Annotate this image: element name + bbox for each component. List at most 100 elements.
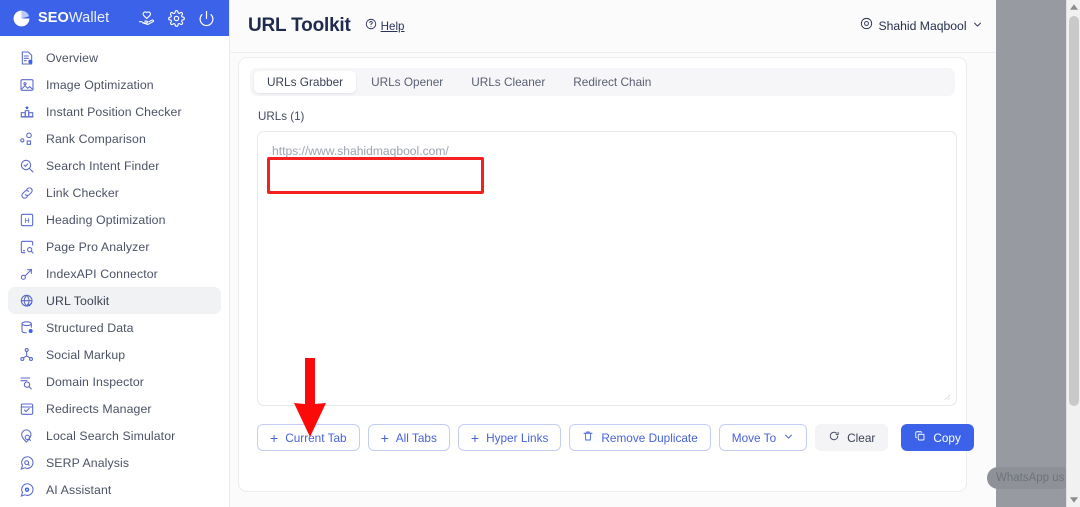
brand-bar: SEOWallet <box>0 0 229 36</box>
chevron-down-icon <box>972 17 983 35</box>
brand-name: SEOWallet <box>38 10 109 26</box>
sidebar-item-structured-data[interactable]: Structured Data <box>8 314 221 341</box>
svg-text:H: H <box>24 215 29 224</box>
brand-name-bold: SEO <box>38 10 69 26</box>
url-toolkit-card: URLs Grabber URLs Opener URLs Cleaner Re… <box>238 57 974 492</box>
sidebar-item-serp-analysis[interactable]: SERP Analysis <box>8 449 221 476</box>
action-button-row: + Current Tab + All Tabs + Hyper Links R… <box>257 424 974 451</box>
user-name: Shahid Maqbool <box>878 19 967 33</box>
user-circle-icon <box>860 17 873 35</box>
sidebar-item-label: Heading Optimization <box>46 212 166 227</box>
reset-icon <box>828 430 840 445</box>
plus-icon: + <box>470 429 480 446</box>
tab-urls-grabber[interactable]: URLs Grabber <box>254 71 357 93</box>
tab-urls-cleaner[interactable]: URLs Cleaner <box>458 71 558 93</box>
sidebar-item-label: Search Intent Finder <box>46 158 160 173</box>
urls-input[interactable] <box>257 131 957 406</box>
all-tabs-button[interactable]: + All Tabs <box>367 424 450 451</box>
sidebar-item-label: Instant Position Checker <box>46 104 182 119</box>
right-overlay-panel: WhatsApp us <box>987 0 1074 507</box>
current-tab-button[interactable]: + Current Tab <box>257 424 360 451</box>
brand-icon-group <box>138 9 219 27</box>
sidebar: SEOWallet Overview Image Optimization In… <box>0 0 230 507</box>
remove-duplicate-button[interactable]: Remove Duplicate <box>569 424 711 451</box>
user-menu[interactable]: Shahid Maqbool <box>860 17 996 35</box>
sidebar-item-label: Link Checker <box>46 185 119 200</box>
document-report-icon <box>18 50 36 66</box>
sidebar-item-indexapi-connector[interactable]: IndexAPI Connector <box>8 260 221 287</box>
calendar-check-icon <box>18 401 36 417</box>
podium-icon <box>18 104 36 120</box>
sidebar-item-local-search-simulator[interactable]: Local Search Simulator <box>8 422 221 449</box>
database-star-icon <box>18 320 36 336</box>
scroll-up-arrow-icon[interactable] <box>1067 0 1080 14</box>
brand-name-light: Wallet <box>68 10 110 26</box>
scrollbar-track[interactable] <box>1067 14 1080 493</box>
move-to-button[interactable]: Move To <box>718 424 808 451</box>
content-area: URLs Grabber URLs Opener URLs Cleaner Re… <box>230 53 1080 507</box>
urls-textarea-wrapper <box>257 131 957 411</box>
sidebar-item-label: Redirects Manager <box>46 401 152 416</box>
sidebar-item-label: Domain Inspector <box>46 374 144 389</box>
page-scrollbar[interactable] <box>1066 0 1080 507</box>
sidebar-item-label: AI Assistant <box>46 482 112 497</box>
sidebar-item-redirects-manager[interactable]: Redirects Manager <box>8 395 221 422</box>
sidebar-item-link-checker[interactable]: Link Checker <box>8 179 221 206</box>
sidebar-item-overview[interactable]: Overview <box>8 44 221 71</box>
trash-icon <box>582 430 594 445</box>
sidebar-item-url-toolkit[interactable]: URL Toolkit <box>8 287 221 314</box>
chevron-down-icon <box>783 431 794 445</box>
hand-heart-icon[interactable] <box>138 10 155 27</box>
page-title: URL Toolkit <box>248 15 351 36</box>
power-icon[interactable] <box>198 10 215 27</box>
sidebar-item-label: Overview <box>46 50 99 65</box>
share-nodes-icon <box>18 347 36 363</box>
tab-urls-opener[interactable]: URLs Opener <box>358 71 456 93</box>
help-button[interactable]: Help <box>365 17 405 35</box>
sidebar-item-label: Page Pro Analyzer <box>46 239 150 254</box>
image-icon <box>18 77 36 93</box>
sidebar-item-social-markup[interactable]: Social Markup <box>8 341 221 368</box>
clear-button[interactable]: Clear <box>815 424 889 451</box>
sidebar-item-label: Rank Comparison <box>46 131 146 146</box>
sidebar-item-label: Image Optimization <box>46 77 154 92</box>
button-label: All Tabs <box>395 430 437 445</box>
button-label: Current Tab <box>285 430 347 445</box>
sidebar-item-label: SERP Analysis <box>46 455 130 470</box>
scrollbar-thumb[interactable] <box>1068 16 1079 406</box>
chat-gear-icon <box>18 482 36 498</box>
app-root: SEOWallet Overview Image Optimization In… <box>0 0 1080 507</box>
sidebar-item-domain-inspector[interactable]: Domain Inspector <box>8 368 221 395</box>
button-label: Copy <box>933 430 961 445</box>
button-label: Clear <box>847 430 876 445</box>
button-label: Move To <box>731 430 777 445</box>
sidebar-item-heading-optimization[interactable]: H Heading Optimization <box>8 206 221 233</box>
search-check-icon <box>18 158 36 174</box>
sidebar-item-label: URL Toolkit <box>46 293 110 308</box>
question-circle-icon <box>365 17 377 35</box>
list-search-icon <box>18 374 36 390</box>
heading-h-icon: H <box>18 212 36 228</box>
scroll-down-arrow-icon[interactable] <box>1067 493 1080 507</box>
gear-icon[interactable] <box>168 9 185 27</box>
tab-bar: URLs Grabber URLs Opener URLs Cleaner Re… <box>250 68 955 96</box>
sidebar-item-search-intent-finder[interactable]: Search Intent Finder <box>8 152 221 179</box>
sidebar-item-label: Social Markup <box>46 347 126 362</box>
sidebar-item-label: Structured Data <box>46 320 134 335</box>
main-panel: URL Toolkit Help Shahid Maqbool URLs Gra… <box>230 0 1080 507</box>
tab-redirect-chain[interactable]: Redirect Chain <box>560 71 664 93</box>
whatsapp-widget[interactable]: WhatsApp us <box>987 467 1074 489</box>
sidebar-item-image-optimization[interactable]: Image Optimization <box>8 71 221 98</box>
rank-nodes-icon <box>18 131 36 147</box>
sidebar-item-page-pro-analyzer[interactable]: Page Pro Analyzer <box>8 233 221 260</box>
help-label: Help <box>380 19 405 33</box>
map-pin-search-icon <box>18 428 36 444</box>
sidebar-item-instant-position-checker[interactable]: Instant Position Checker <box>8 98 221 125</box>
sidebar-item-ai-assistant[interactable]: AI Assistant <box>8 476 221 503</box>
copy-icon <box>914 430 926 445</box>
sidebar-item-rank-comparison[interactable]: Rank Comparison <box>8 125 221 152</box>
plus-icon: + <box>270 429 279 446</box>
urls-field-label: URLs (1) <box>258 110 305 123</box>
copy-button[interactable]: Copy <box>901 424 974 451</box>
hyper-links-button[interactable]: + Hyper Links <box>457 424 562 451</box>
